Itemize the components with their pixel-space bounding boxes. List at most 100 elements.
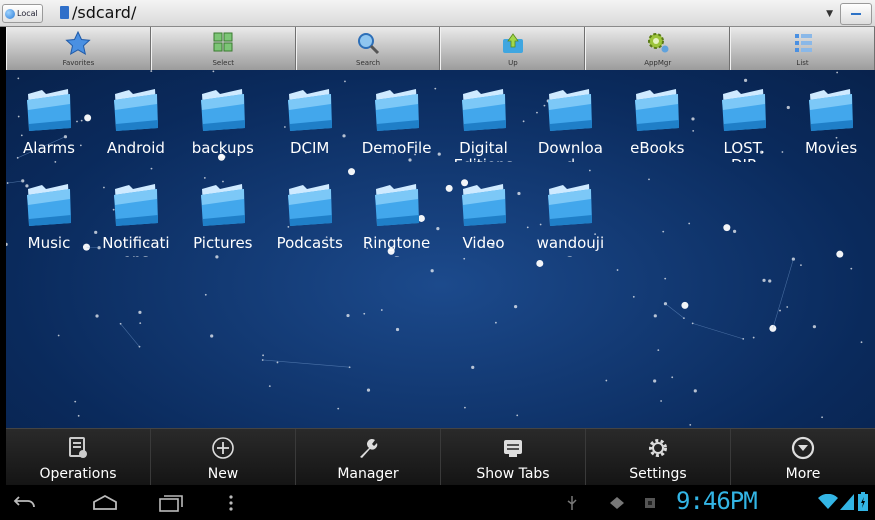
star	[800, 264, 802, 267]
file-item[interactable]: Pictures	[180, 171, 266, 267]
file-name-line: Downloa	[537, 140, 603, 157]
file-name-line: Notificati	[102, 235, 170, 252]
star	[779, 309, 781, 312]
path-dropdown-icon[interactable]: ▼	[826, 9, 833, 19]
minimize-button[interactable]	[840, 3, 872, 25]
star	[366, 388, 371, 392]
star	[812, 325, 817, 329]
file-name: Android	[93, 140, 179, 162]
star-icon	[65, 31, 92, 55]
tabs-icon	[504, 440, 522, 457]
path-field[interactable]: /sdcard/	[72, 3, 136, 22]
file-item[interactable]: Music	[6, 171, 92, 267]
star	[768, 279, 772, 283]
constellation-line	[262, 359, 350, 368]
file-item[interactable]: Movies	[788, 76, 874, 172]
file-name: Movies	[788, 140, 874, 162]
file-item[interactable]: Ringtones	[354, 171, 440, 267]
globe-icon	[5, 8, 15, 19]
star	[57, 334, 60, 337]
back-icon[interactable]	[10, 492, 40, 514]
star	[723, 224, 731, 232]
plus-circle-icon	[212, 437, 234, 459]
toolbar-appmgr-button[interactable]: AppMgr	[585, 27, 731, 70]
star	[693, 389, 697, 393]
star	[471, 365, 475, 370]
toolbar-search-button[interactable]: Search	[295, 27, 441, 70]
star	[681, 301, 689, 309]
file-item[interactable]: Download	[527, 76, 613, 172]
star	[850, 267, 853, 270]
local-button[interactable]: Local	[2, 4, 43, 23]
star	[664, 277, 667, 280]
toolbar-select-button[interactable]: Select	[150, 27, 296, 70]
toolbar-label: AppMgr	[644, 59, 672, 67]
folder-icon	[548, 89, 593, 131]
file-name-line: a	[527, 252, 613, 258]
star	[77, 414, 80, 417]
star	[752, 336, 755, 339]
file-name-line: Ringtone	[362, 235, 431, 252]
manager-button[interactable]: Manager	[296, 429, 441, 486]
file-name-line: backups	[191, 140, 254, 157]
toolbar-label: Up	[508, 59, 518, 67]
file-item[interactable]: DemoFile	[354, 76, 440, 172]
file-name-line: Music	[27, 235, 71, 252]
screen: Local /sdcard/ ▼ Favorites Select Search…	[0, 0, 875, 520]
menu-dots-icon[interactable]	[225, 492, 237, 514]
action-label: Show Tabs	[476, 466, 550, 482]
file-item[interactable]: LOST.DIR	[701, 76, 787, 172]
folder-icon	[200, 184, 245, 226]
file-name: Alarms	[6, 140, 92, 162]
settings-button[interactable]: Settings	[586, 429, 731, 486]
file-name: LOST.DIR	[701, 140, 787, 162]
file-item[interactable]: Alarms	[6, 76, 92, 172]
file-item[interactable]: DCIM	[267, 76, 353, 172]
file-item[interactable]: Podcasts	[267, 171, 353, 267]
folder-icon	[722, 89, 767, 131]
file-name-line: DIR	[701, 157, 787, 163]
folder-icon	[287, 89, 332, 131]
file-name-line: LOST.	[723, 140, 765, 157]
action-label: Manager	[337, 466, 399, 482]
file-item[interactable]: eBooks	[614, 76, 700, 172]
file-name: Pictures	[180, 235, 266, 257]
file-item[interactable]: Video	[441, 171, 527, 267]
file-item[interactable]: wandoujia	[527, 171, 613, 267]
operations-button[interactable]: Operations	[6, 429, 151, 486]
folder-icon	[200, 89, 245, 131]
show-tabs-button[interactable]: Show Tabs	[441, 429, 586, 486]
star	[74, 400, 77, 403]
list-view-icon	[794, 34, 812, 52]
constellation-line	[665, 303, 685, 319]
star	[836, 71, 839, 74]
notification-icon	[645, 498, 655, 508]
file-name: Download	[527, 140, 613, 162]
star	[514, 305, 518, 309]
app-manager-icon	[647, 33, 669, 53]
home-icon[interactable]	[90, 492, 120, 514]
folder-icon	[27, 184, 71, 226]
toolbar: Favorites Select Search Up AppMgr List	[6, 27, 875, 70]
file-item[interactable]: Notifications	[93, 171, 179, 267]
folder-icon	[809, 89, 854, 131]
file-item[interactable]: DigitalEditions	[441, 76, 527, 172]
toolbar-up-button[interactable]: Up	[440, 27, 586, 70]
new-button[interactable]: New	[151, 429, 296, 486]
file-name-line: Android	[106, 140, 165, 157]
star	[212, 70, 215, 73]
file-name: DCIM	[267, 140, 353, 162]
file-item[interactable]: Android	[93, 76, 179, 172]
up-folder-icon	[502, 33, 523, 53]
toolbar-favorites-button[interactable]: Favorites	[6, 27, 151, 70]
star	[860, 341, 863, 344]
toolbar-list-button[interactable]: List	[730, 27, 875, 70]
file-name-line: Digital	[459, 140, 508, 157]
file-name: wandoujia	[527, 235, 613, 257]
star	[395, 327, 400, 332]
star	[653, 379, 657, 383]
file-item[interactable]: backups	[180, 76, 266, 172]
gear-icon	[649, 439, 667, 457]
more-button[interactable]: More	[731, 429, 875, 486]
recent-apps-icon[interactable]	[156, 492, 186, 514]
